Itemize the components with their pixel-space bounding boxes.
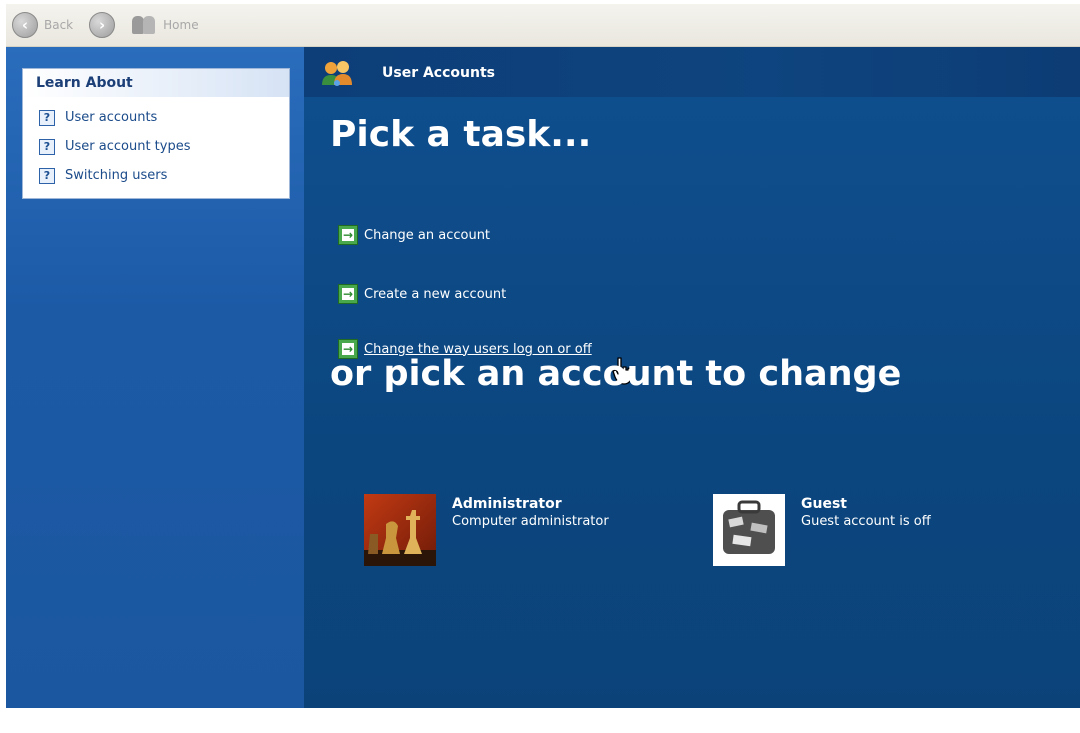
task-create-account[interactable]: → Create a new account (338, 284, 506, 304)
learn-about-title: Learn About (23, 69, 289, 97)
user-accounts-icon (322, 61, 352, 86)
learn-about-panel: Learn About ? User accounts ? User accou… (22, 68, 290, 199)
back-label: Back (44, 18, 74, 32)
pick-account-heading: or pick an account to change (330, 354, 902, 394)
pick-task-heading: Pick a task... (330, 114, 592, 155)
green-arrow-icon: → (338, 284, 358, 304)
learn-item-user-accounts[interactable]: ? User accounts (23, 103, 289, 132)
account-description: Computer administrator (452, 514, 609, 529)
task-change-account[interactable]: → Change an account (338, 225, 490, 245)
account-description: Guest account is off (801, 514, 931, 529)
account-tile-administrator[interactable]: Administrator Computer administrator (364, 494, 609, 566)
learn-item-label: Switching users (65, 168, 168, 183)
home-label: Home (163, 18, 199, 32)
help-question-icon: ? (39, 138, 55, 155)
help-question-icon: ? (39, 167, 55, 184)
forward-arrow-icon: › (89, 12, 116, 38)
suitcase-picture (713, 494, 785, 566)
learn-item-label: User account types (65, 139, 191, 154)
back-arrow-icon: ‹ (12, 12, 38, 38)
learn-item-switching-users[interactable]: ? Switching users (23, 161, 289, 190)
page-title: User Accounts (382, 65, 495, 81)
account-name: Administrator (452, 496, 562, 512)
home-users-icon (131, 15, 157, 35)
green-arrow-icon: → (338, 225, 358, 245)
task-label: Change an account (364, 227, 491, 243)
learn-item-label: User accounts (65, 110, 158, 125)
back-button[interactable]: ‹ Back (12, 12, 73, 38)
home-button[interactable]: Home (131, 15, 199, 35)
header-bar: User Accounts (304, 47, 1080, 97)
chess-pieces-picture (364, 494, 436, 566)
learn-item-user-account-types[interactable]: ? User account types (23, 132, 289, 161)
account-tile-guest[interactable]: Guest Guest account is off (713, 494, 931, 566)
account-info: Guest Guest account is off (801, 494, 931, 566)
account-info: Administrator Computer administrator (452, 494, 609, 566)
user-accounts-window: ‹ Back › Home Learn About ? User account… (0, 0, 1080, 733)
bottom-margin (6, 708, 1080, 733)
navigation-toolbar: ‹ Back › Home (6, 4, 1080, 47)
forward-button[interactable]: › (89, 12, 116, 38)
account-name: Guest (801, 496, 847, 512)
help-question-icon: ? (39, 109, 55, 126)
task-label: Create a new account (364, 286, 507, 302)
learn-about-list: ? User accounts ? User account types ? S… (23, 97, 289, 190)
left-task-pane: Learn About ? User accounts ? User accou… (6, 47, 304, 708)
